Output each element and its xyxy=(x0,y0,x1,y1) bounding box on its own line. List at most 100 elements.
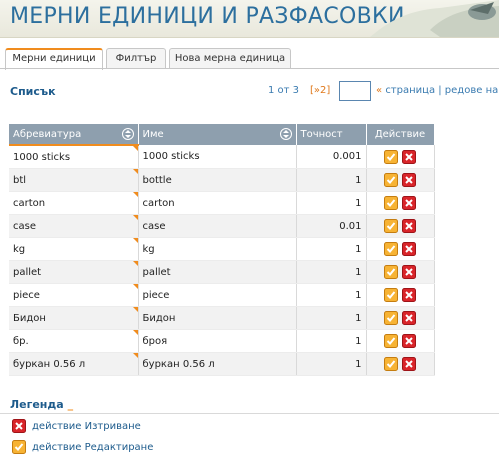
legend-item-edit: действие Редактиране xyxy=(12,440,153,454)
tab-filter[interactable]: Филтър xyxy=(106,48,166,68)
legend-label: действие Изтриване xyxy=(32,421,141,432)
edit-icon[interactable] xyxy=(384,288,398,302)
edit-icon[interactable] xyxy=(384,311,398,325)
flag-icon xyxy=(132,261,137,266)
units-table: Абревиатура Име Точност Действие 1000 st… xyxy=(9,124,435,376)
cell-precision: 1 xyxy=(296,237,367,261)
cell-name: pallet xyxy=(138,260,297,284)
table-row: Бидон Бидон 1 xyxy=(9,306,435,330)
table-row: pallet pallet 1 xyxy=(9,260,435,284)
legend-title-text: Легенда xyxy=(10,398,64,411)
legend-item-delete: действие Изтриване xyxy=(12,419,141,433)
flag-icon xyxy=(132,146,137,151)
page-label: « страница | редове на с xyxy=(376,85,499,96)
column-header-abbreviation[interactable]: Абревиатура xyxy=(9,124,139,146)
cell-actions xyxy=(366,145,435,169)
sort-icon[interactable] xyxy=(279,127,292,141)
cell-text: btl xyxy=(13,174,27,186)
table-row: case case 0.01 xyxy=(9,214,435,238)
cell-abbreviation: Бидон xyxy=(9,306,139,330)
cell-name: bottle xyxy=(138,168,297,192)
column-header-precision: Точност xyxy=(296,124,367,145)
cell-precision: 1 xyxy=(296,168,367,192)
delete-icon[interactable] xyxy=(402,149,416,164)
flag-icon xyxy=(132,238,137,243)
page-info: 1 от 3 xyxy=(268,85,300,96)
cell-abbreviation: pallet xyxy=(9,260,139,284)
next-page-link[interactable]: [»2] xyxy=(310,85,330,96)
cell-abbreviation: 1000 sticks xyxy=(9,145,139,169)
sort-icon[interactable] xyxy=(121,127,134,141)
cell-actions xyxy=(366,260,435,284)
table-row: carton carton 1 xyxy=(9,191,435,215)
legend-underscore: _ xyxy=(67,398,74,411)
cell-name: carton xyxy=(138,191,297,215)
delete-icon[interactable] xyxy=(402,357,416,371)
cell-precision: 1 xyxy=(296,352,367,376)
flag-icon xyxy=(132,353,137,358)
page-label-arrow: « xyxy=(376,85,383,96)
delete-icon[interactable] xyxy=(402,173,416,187)
table-row: бр. броя 1 xyxy=(9,329,435,353)
delete-icon[interactable] xyxy=(402,311,416,325)
cell-precision: 1 xyxy=(296,191,367,215)
legend-title: Легенда _ xyxy=(10,398,73,411)
page-header: МЕРНИ ЕДИНИЦИ И РАЗФАСОВКИ xyxy=(0,0,499,38)
cell-text: carton xyxy=(13,197,46,209)
legend-label: действие Редактиране xyxy=(32,442,154,453)
cell-actions xyxy=(366,191,435,215)
edit-icon[interactable] xyxy=(384,357,398,371)
cell-text: piece xyxy=(13,289,40,301)
cell-text: kg xyxy=(13,243,26,255)
cell-name: броя xyxy=(138,329,297,353)
table-row: буркан 0.56 л буркан 0.56 л 1 xyxy=(9,352,435,376)
delete-icon[interactable] xyxy=(402,265,416,279)
edit-icon[interactable] xyxy=(384,196,398,210)
edit-icon[interactable] xyxy=(384,334,398,348)
delete-icon[interactable] xyxy=(402,334,416,348)
cell-text: 1000 sticks xyxy=(142,151,200,162)
cell-precision: 0.001 xyxy=(296,145,367,169)
delete-icon[interactable] xyxy=(402,219,416,233)
cell-abbreviation: btl xyxy=(9,168,139,192)
delete-icon[interactable] xyxy=(402,242,416,256)
table-row: piece piece 1 xyxy=(9,283,435,307)
edit-icon[interactable] xyxy=(384,149,398,164)
table-row: btl bottle 1 xyxy=(9,168,435,192)
delete-icon xyxy=(12,419,26,433)
column-header-name[interactable]: Име xyxy=(138,124,297,145)
table-row: 1000 sticks 1000 sticks 0.001 xyxy=(9,145,435,169)
page-number-input[interactable] xyxy=(339,81,371,101)
cell-abbreviation: бр. xyxy=(9,329,139,353)
cell-text: case xyxy=(13,220,36,232)
header-decoration-icon xyxy=(370,0,499,37)
cell-actions xyxy=(366,329,435,353)
cell-text: буркан 0.56 л xyxy=(142,358,215,370)
delete-icon[interactable] xyxy=(402,196,416,210)
cell-actions xyxy=(366,168,435,192)
table-body: 1000 sticks 1000 sticks 0.001 btl bottle 1 car… xyxy=(9,145,435,376)
page-title: МЕРНИ ЕДИНИЦИ И РАЗФАСОВКИ xyxy=(10,4,405,29)
cell-precision: 1 xyxy=(296,329,367,353)
edit-icon[interactable] xyxy=(384,219,398,233)
edit-icon[interactable] xyxy=(384,265,398,279)
cell-precision: 1 xyxy=(296,260,367,284)
cell-text: kg xyxy=(142,243,155,255)
tab-units[interactable]: Мерни единици xyxy=(5,48,103,70)
cell-text: pallet xyxy=(142,266,171,278)
edit-icon[interactable] xyxy=(384,242,398,256)
cell-actions xyxy=(366,214,435,238)
cell-text: Бидон xyxy=(13,312,46,324)
column-header-label: Име xyxy=(142,129,164,140)
cell-name: case xyxy=(138,214,297,238)
cell-name: 1000 sticks xyxy=(138,145,297,169)
delete-icon[interactable] xyxy=(402,288,416,302)
cell-text: броя xyxy=(142,335,168,347)
cell-precision: 0.01 xyxy=(296,214,367,238)
cell-abbreviation: piece xyxy=(9,283,139,307)
cell-actions xyxy=(366,306,435,330)
tab-new-unit[interactable]: Нова мерна единица xyxy=(169,48,291,68)
edit-icon[interactable] xyxy=(384,173,398,187)
flag-icon xyxy=(132,307,137,312)
cell-text: piece xyxy=(142,289,170,301)
